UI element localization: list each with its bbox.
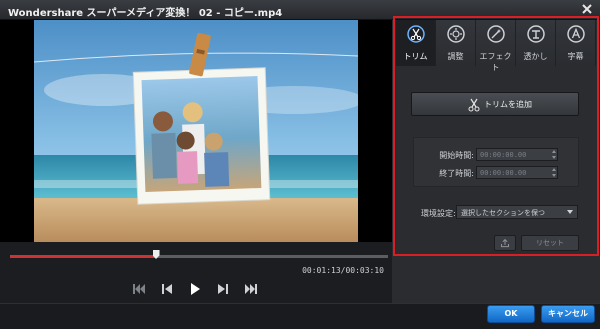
video-preview bbox=[0, 20, 392, 242]
close-icon[interactable] bbox=[580, 2, 594, 16]
play-icon[interactable] bbox=[188, 283, 202, 295]
video-frame bbox=[34, 20, 358, 242]
skip-to-end-icon[interactable] bbox=[244, 283, 258, 295]
time-readout: 00:01:13/00:03:10 bbox=[302, 266, 384, 275]
transport-controls bbox=[132, 282, 262, 296]
cancel-button[interactable]: キャンセル bbox=[541, 305, 595, 323]
player-controls: 00:01:13/00:03:10 bbox=[0, 242, 392, 303]
next-frame-icon[interactable] bbox=[216, 283, 230, 295]
seek-bar-progress bbox=[10, 255, 156, 258]
previous-frame-icon[interactable] bbox=[160, 283, 174, 295]
window-title: Wondershare スーパーメディア変換！ 02 - コピー.mp4 bbox=[8, 8, 283, 19]
skip-to-start-icon[interactable] bbox=[132, 283, 146, 295]
ok-button[interactable]: OK bbox=[487, 305, 535, 323]
seek-bar[interactable] bbox=[10, 250, 388, 259]
highlight-frame bbox=[393, 16, 599, 256]
